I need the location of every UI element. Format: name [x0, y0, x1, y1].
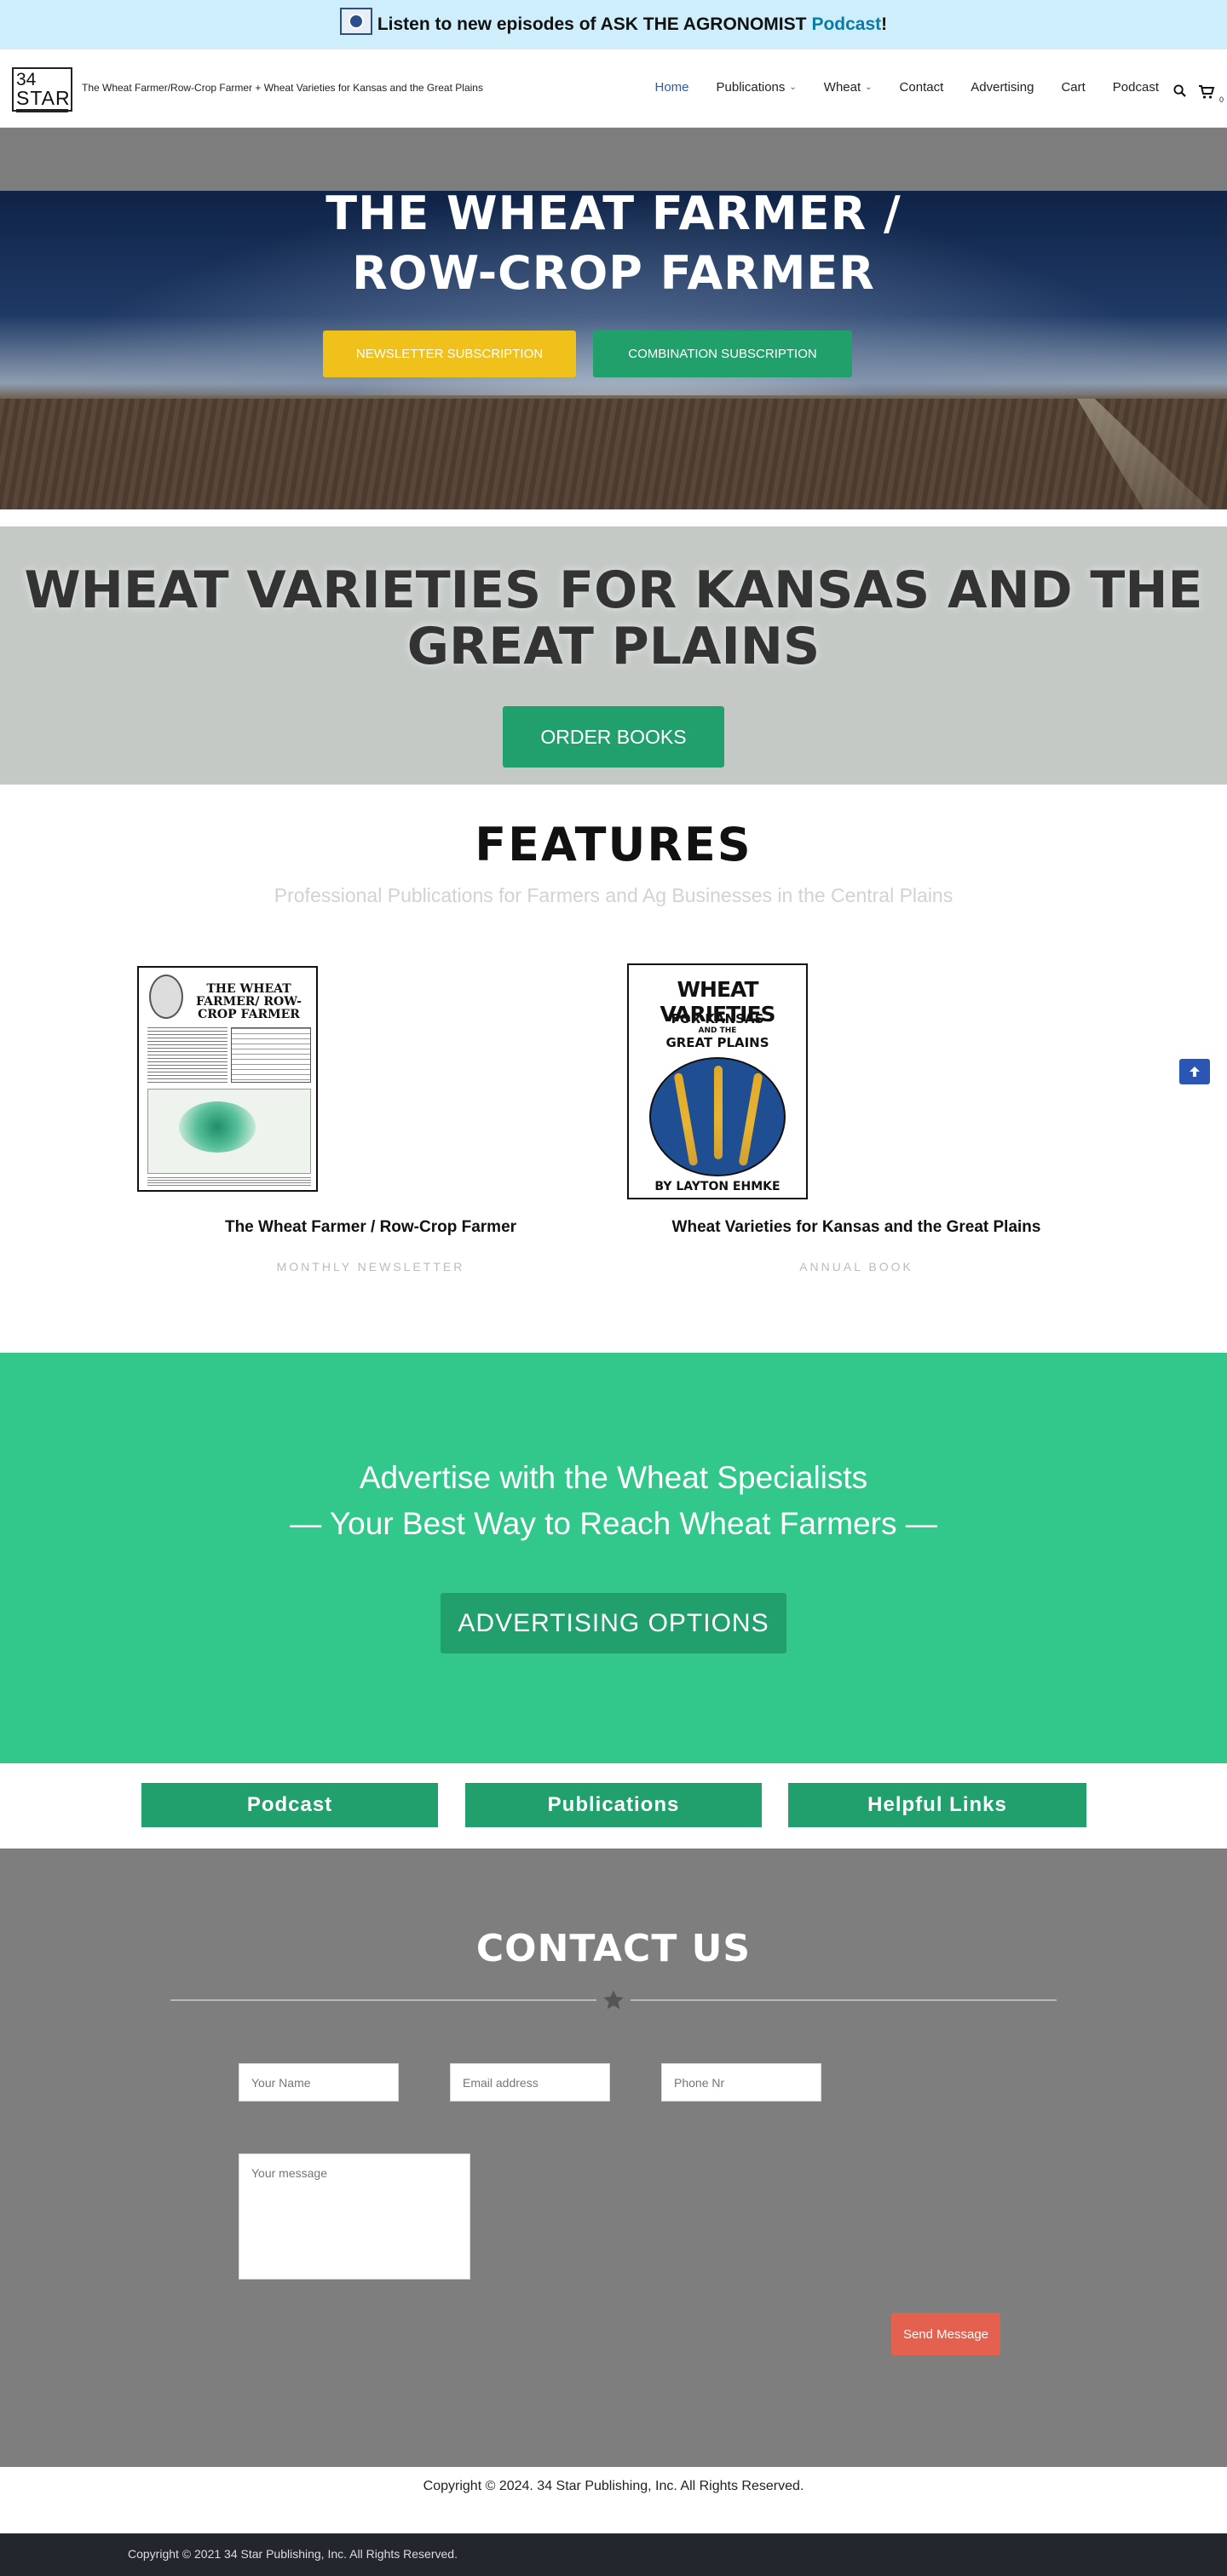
features-subtitle: Professional Publications for Farmers an…: [274, 884, 953, 906]
advertise-section: Advertise with the Wheat Specialists — Y…: [0, 1353, 1227, 1763]
contact-section: CONTACT US Send Message: [0, 1849, 1227, 2467]
arrow-up-icon: [1190, 1067, 1200, 1077]
chevron-down-icon: ⌄: [789, 83, 797, 92]
banner-text: Listen to new episodes of ASK THE AGRONO…: [377, 14, 807, 34]
combination-subscription-button[interactable]: COMBINATION SUBSCRIPTION: [593, 331, 852, 377]
footer-copyright: Copyright © 2024. 34 Star Publishing, In…: [423, 2479, 804, 2493]
banner-suffix: !: [881, 14, 888, 34]
nav-item-home[interactable]: Home: [655, 80, 689, 95]
wheat-varieties-subtitle: ANNUAL BOOK: [799, 1260, 913, 1274]
logo-word: STAR: [16, 87, 71, 109]
wheat-varieties-title-link[interactable]: Wheat Varieties for Kansas and the Great…: [648, 1218, 1065, 1237]
wheat-varieties-title: WHEAT VARIETIES FOR KANSAS AND THE GREAT…: [24, 561, 1203, 676]
nav-item-advertising[interactable]: Advertising: [971, 80, 1034, 95]
farmer-logo-icon: [149, 975, 183, 1019]
newsletter-cover-heading: THE WHEAT FARMER/ ROW-CROP FARMER: [195, 982, 302, 1021]
nav-item-publications[interactable]: Publications ⌄: [717, 80, 797, 95]
send-message-button[interactable]: Send Message: [891, 2313, 1000, 2355]
advertising-options-button[interactable]: ADVERTISING OPTIONS: [441, 1593, 786, 1653]
main-nav: Home Publications ⌄ Wheat ⌄ Contact Advert…: [628, 80, 1160, 95]
helpful-links-button[interactable]: Helpful Links: [788, 1783, 1086, 1827]
name-field[interactable]: [239, 2063, 399, 2102]
nav-item-wheat[interactable]: Wheat ⌄: [824, 80, 873, 95]
nav-item-cart[interactable]: Cart: [1061, 80, 1085, 95]
newsletter-subtitle: MONTHLY NEWSLETTER: [276, 1260, 465, 1274]
contact-title: CONTACT US: [475, 1927, 752, 1970]
cart-count-badge: 0: [1218, 95, 1224, 104]
star-icon: [603, 1990, 624, 2010]
newsletter-cover-image[interactable]: THE WHEAT FARMER/ ROW-CROP FARMER: [137, 966, 318, 1192]
features-title: FEATURES: [475, 818, 752, 871]
newsletter-subscription-button[interactable]: NEWSLETTER SUBSCRIPTION: [323, 331, 576, 377]
search-icon[interactable]: [1173, 84, 1186, 97]
publications-link-button[interactable]: Publications: [465, 1783, 762, 1827]
nav-item-contact[interactable]: Contact: [900, 80, 944, 95]
field-background-image: [0, 399, 1227, 509]
bottom-copyright: Copyright © 2021 34 Star Publishing, Inc…: [128, 2547, 458, 2561]
advertise-subheadline: — Your Best Way to Reach Wheat Farmers —: [290, 1506, 937, 1541]
site-tagline: The Wheat Farmer/Row-Crop Farmer + Wheat…: [82, 82, 483, 94]
hero-title: THE WHEAT FARMER / ROW-CROP FARMER: [325, 187, 902, 300]
map-image: [147, 1089, 311, 1174]
cart-icon[interactable]: [1198, 83, 1215, 101]
bottom-bar: Copyright © 2021 34 Star Publishing, Inc…: [0, 2533, 1227, 2576]
advertise-headline: Advertise with the Wheat Specialists: [359, 1460, 868, 1495]
wheat-varieties-cover-image[interactable]: WHEAT VARIETIES FOR KANSAS AND THE GREAT…: [627, 963, 808, 1199]
divider: [631, 1999, 1057, 2001]
top-banner: Listen to new episodes of ASK THE AGRONO…: [0, 0, 1227, 49]
nav-item-podcast[interactable]: Podcast: [1113, 80, 1159, 95]
chevron-down-icon: ⌄: [865, 83, 873, 92]
podcast-link-button[interactable]: Podcast: [141, 1783, 438, 1827]
order-books-button[interactable]: ORDER BOOKS: [503, 706, 724, 768]
podcast-logo-icon: [339, 8, 372, 35]
site-logo[interactable]: 34 STAR: [12, 67, 72, 112]
site-header: 34 STAR The Wheat Farmer/Row-Crop Farmer…: [0, 49, 1227, 128]
hero-banner: THE WHEAT FARMER / ROW-CROP FARMER NEWSL…: [0, 128, 1227, 509]
banner-podcast-link[interactable]: Podcast: [811, 14, 881, 35]
email-field[interactable]: [450, 2063, 610, 2102]
book-cover-sub1: FOR KANSAS: [671, 1011, 764, 1026]
book-cover-sub3: GREAT PLAINS: [665, 1035, 769, 1050]
book-cover-author: BY LAYTON EHMKE: [654, 1180, 781, 1193]
logo-number: 34: [16, 70, 37, 89]
scroll-to-top-button[interactable]: [1179, 1059, 1210, 1084]
message-field[interactable]: [239, 2153, 470, 2280]
phone-field[interactable]: [661, 2063, 821, 2102]
book-cover-sub2: AND THE: [698, 1026, 737, 1035]
newsletter-title-link[interactable]: The Wheat Farmer / Row-Crop Farmer: [187, 1218, 554, 1237]
divider: [170, 1999, 596, 2001]
wheat-varieties-section: WHEAT VARIETIES FOR KANSAS AND THE GREAT…: [0, 526, 1227, 785]
